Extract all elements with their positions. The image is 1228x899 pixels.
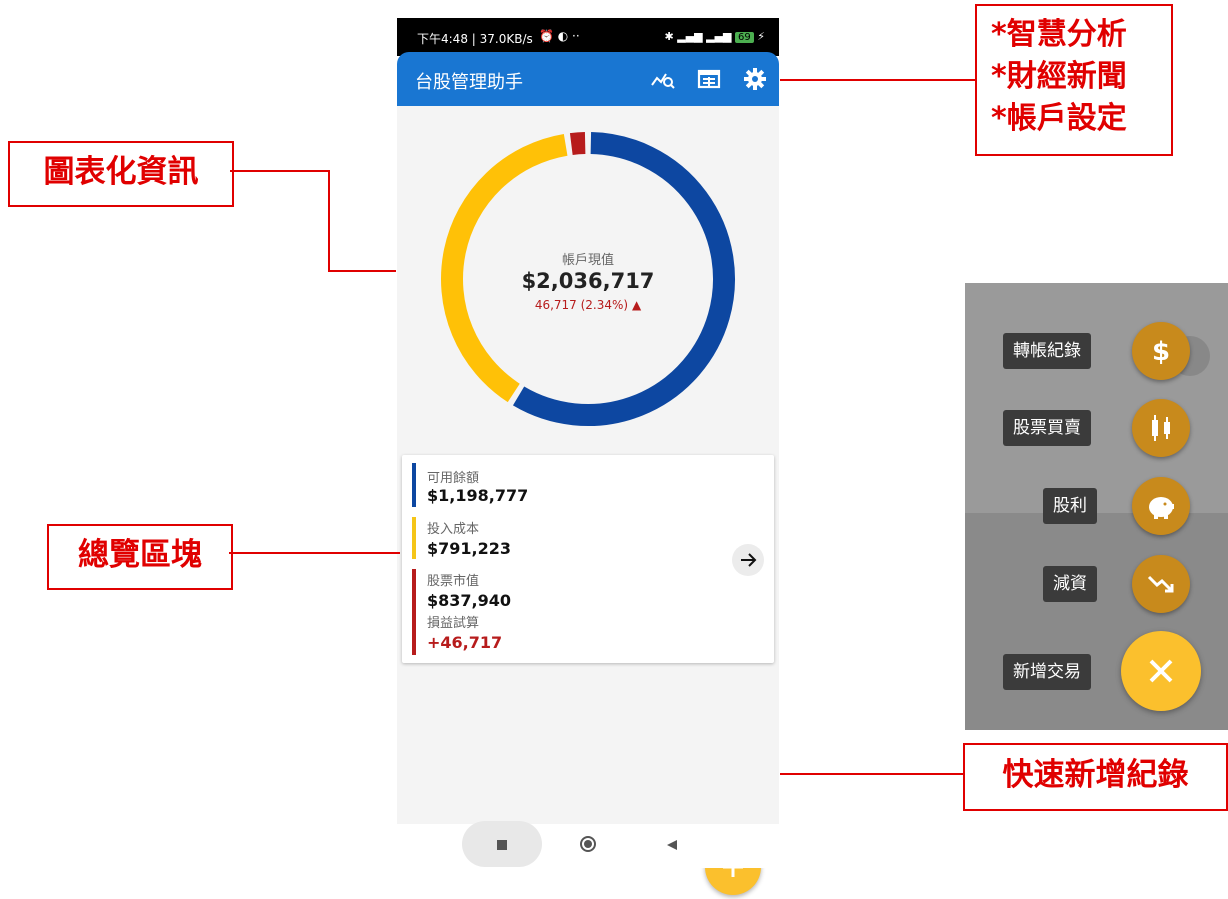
- status-left-text: 下午4:48 | 37.0KB/s: [417, 32, 533, 46]
- dollar-icon: $: [1152, 337, 1170, 367]
- news-icon[interactable]: [695, 65, 723, 93]
- market-value-bar: [412, 569, 416, 655]
- home-button[interactable]: [580, 836, 596, 852]
- square-icon: [497, 840, 507, 850]
- invested-cost-label: 投入成本: [427, 522, 480, 537]
- available-balance-bar: [412, 463, 416, 507]
- back-triangle-icon[interactable]: [665, 838, 679, 852]
- callout-overview-block: 總覽區塊: [47, 524, 233, 590]
- callout-line-settings: *帳戶設定: [991, 101, 1127, 136]
- market-value-label: 股票市值: [427, 574, 480, 589]
- callout-connector-quick-add: [780, 773, 964, 775]
- capital-reduction-button[interactable]: [1132, 555, 1190, 613]
- svg-text:$: $: [1152, 337, 1170, 367]
- callout-connector-overview: [229, 552, 400, 554]
- invested-cost-bar: [412, 517, 416, 559]
- arrow-right-icon[interactable]: [732, 544, 764, 576]
- piggy-bank-icon: [1149, 497, 1174, 519]
- candlestick-icon: [1152, 415, 1170, 441]
- available-balance-value: $1,198,777: [427, 486, 529, 505]
- callout-connector-chart-v: [328, 170, 330, 272]
- menu-label-stock-trade[interactable]: 股票買賣: [1003, 410, 1091, 446]
- alarm-icon: ⏰ ◐ ··: [539, 29, 580, 43]
- status-icons: ✱ ▂▄▆ ▂▄▆ 69 ⚡: [665, 30, 765, 43]
- callout-toolbar-features: *智慧分析 *財經新聞 *帳戶設定: [975, 4, 1173, 156]
- recent-apps-button[interactable]: [462, 821, 542, 867]
- analysis-icon[interactable]: [649, 65, 677, 93]
- app-title: 台股管理助手: [415, 72, 523, 93]
- overview-card[interactable]: 可用餘額 $1,198,777 投入成本 $791,223 股票市值 $837,…: [402, 455, 774, 663]
- fab-menu-panel: 轉帳紀錄 $ 股票買賣 股利 減資 新增交易: [965, 283, 1228, 730]
- transfer-record-button[interactable]: $: [1132, 322, 1190, 380]
- main-content: 帳戶現值 $2,036,717 46,717 (2.34%) ▲ 可用餘額 $1…: [397, 106, 779, 895]
- menu-label-transfer[interactable]: 轉帳紀錄: [1003, 333, 1091, 369]
- callout-line-analysis: *智慧分析: [991, 17, 1127, 52]
- account-change: 46,717 (2.34%) ▲: [397, 298, 779, 312]
- menu-label-capital-reduction[interactable]: 減資: [1043, 566, 1097, 602]
- system-nav-bar: [397, 821, 779, 868]
- market-value-value: $837,940: [427, 591, 512, 610]
- account-value-label: 帳戶現值: [561, 253, 614, 268]
- profit-estimate-value: +46,717: [427, 633, 503, 652]
- gear-icon[interactable]: [741, 65, 769, 93]
- close-menu-button[interactable]: [1121, 631, 1201, 711]
- account-change-value: 46,717 (2.34%): [534, 298, 629, 312]
- callout-line-news: *財經新聞: [991, 59, 1127, 94]
- callout-connector-chart-h2: [328, 270, 396, 272]
- menu-label-dividend[interactable]: 股利: [1043, 488, 1097, 524]
- invested-cost-value: $791,223: [427, 539, 512, 558]
- available-balance-label: 可用餘額: [427, 471, 480, 486]
- phone-screen: 下午4:48 | 37.0KB/s ⏰ ◐ ·· ✱ ▂▄▆ ▂▄▆ 69 ⚡ …: [397, 18, 779, 895]
- trending-down-icon: [1147, 575, 1174, 593]
- up-arrow-icon: ▲: [631, 298, 642, 312]
- signal-icon: ▂▄▆ ▂▄▆: [677, 30, 732, 43]
- callout-chart-info: 圖表化資訊: [8, 141, 234, 207]
- donut-segment-2: [569, 132, 586, 155]
- stock-trade-button[interactable]: [1132, 399, 1190, 457]
- bluetooth-icon: ✱: [664, 30, 674, 43]
- callout-connector-toolbar: [780, 79, 976, 81]
- status-bar: 下午4:48 | 37.0KB/s ⏰ ◐ ·· ✱ ▂▄▆ ▂▄▆ 69 ⚡: [397, 18, 779, 56]
- close-icon: [1149, 659, 1173, 683]
- callout-quick-add: 快速新增紀錄: [963, 743, 1228, 811]
- circle-icon: [584, 840, 592, 848]
- app-bar: 台股管理助手: [397, 52, 779, 106]
- charging-icon: ⚡: [757, 30, 765, 43]
- profit-estimate-label: 損益試算: [427, 616, 480, 631]
- account-value: $2,036,717: [521, 269, 655, 293]
- callout-connector-chart-h1: [230, 170, 330, 172]
- menu-label-new-transaction[interactable]: 新增交易: [1003, 654, 1091, 690]
- battery-icon: 69: [735, 32, 754, 43]
- dividend-button[interactable]: [1132, 477, 1190, 535]
